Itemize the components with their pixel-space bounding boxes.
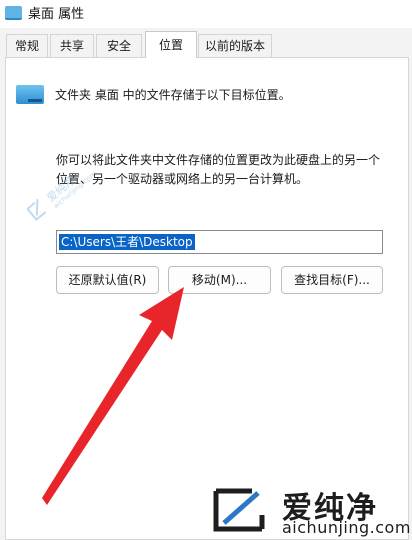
tab-location[interactable]: 位置 (145, 31, 197, 58)
aichunjing-logo-icon (213, 488, 265, 532)
watermark-url: aichunjing.com (282, 518, 411, 537)
red-arrow-pointer-icon (42, 287, 184, 505)
